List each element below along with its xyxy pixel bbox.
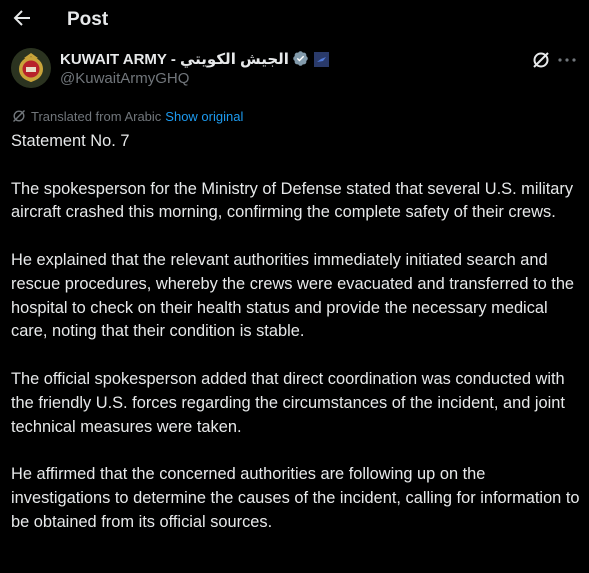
post-paragraph: He explained that the relevant authoriti… [11, 250, 575, 341]
grok-button[interactable] [531, 50, 551, 70]
post-text: Statement No. 7 The spokesperson for the… [11, 130, 583, 558]
kuwait-flag-icon [313, 52, 329, 67]
translate-icon [13, 110, 25, 122]
translated-from-label: Translated from Arabic [31, 109, 162, 124]
page-header: Post [0, 0, 589, 40]
more-button[interactable] [556, 50, 578, 70]
avatar[interactable] [11, 48, 51, 88]
show-original-link[interactable]: Show original [165, 109, 243, 124]
author-name[interactable]: KUWAIT ARMY - الجيش الكويتي [60, 51, 289, 68]
author-handle[interactable]: @KuwaitArmyGHQ [60, 70, 189, 88]
post-paragraph: Statement No. 7 [11, 132, 130, 150]
post-paragraph: He affirmed that the concerned authoriti… [11, 465, 580, 531]
back-button[interactable] [10, 6, 34, 30]
army-emblem-icon [11, 48, 51, 88]
verified-badge-icon [293, 51, 308, 66]
grok-slash-circle-icon [533, 52, 549, 68]
post-paragraph: The spokesperson for the Ministry of Def… [11, 179, 574, 222]
page-title: Post [67, 9, 109, 30]
affiliate-badge[interactable] [313, 52, 329, 67]
post-paragraph: The official spokesperson added that dir… [11, 369, 565, 436]
author-name-row[interactable]: KUWAIT ARMY - الجيش الكويتي [60, 50, 329, 69]
arrow-left-icon [13, 10, 30, 26]
translation-notice: Translated from Arabic Show original [11, 108, 243, 125]
more-dots-icon [558, 58, 576, 62]
